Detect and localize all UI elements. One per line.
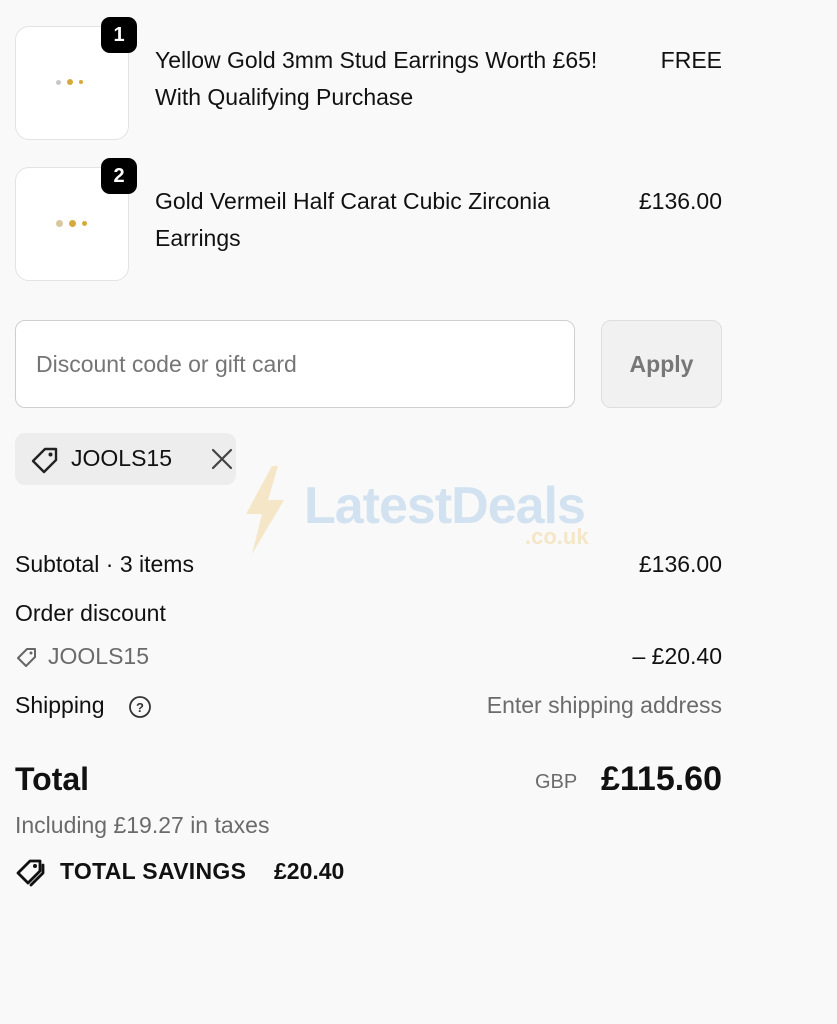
- shipping-value: Enter shipping address: [486, 692, 722, 718]
- currency-code: GBP: [535, 771, 578, 793]
- total-savings-label: TOTAL SAVINGS: [60, 858, 247, 884]
- close-icon[interactable]: [209, 446, 235, 472]
- discount-code-input[interactable]: [15, 320, 575, 408]
- discount-value: – £20.40: [632, 643, 722, 669]
- taxes-note: Including £19.27 in taxes: [15, 812, 270, 838]
- lightning-bolt-icon: [246, 466, 284, 554]
- double-tag-icon: [16, 859, 45, 887]
- product-price: FREE: [660, 47, 722, 73]
- applied-code-text: JOOLS15: [71, 445, 172, 471]
- subtotal-value: £136.00: [638, 551, 722, 577]
- applied-discount-chip: JOOLS15: [15, 433, 236, 485]
- svg-text:?: ?: [136, 700, 144, 715]
- watermark-domain: .co.uk: [525, 524, 589, 549]
- shipping-label: Shipping: [15, 692, 105, 718]
- quantity-badge: 2: [101, 158, 137, 194]
- subtotal-label: Subtotal · 3 items: [15, 551, 194, 577]
- line-item: 1 Yellow Gold 3mm Stud Earrings Worth £6…: [15, 17, 722, 140]
- order-discount-label: Order discount: [15, 600, 166, 626]
- total-savings-amount: £20.40: [274, 858, 345, 884]
- watermark: LatestDeals .co.uk: [242, 466, 602, 556]
- product-name: Gold Vermeil Half Carat Cubic Zirconia E…: [155, 188, 550, 251]
- apply-button[interactable]: Apply: [601, 320, 722, 408]
- earrings-image: [56, 79, 83, 85]
- product-price: £136.00: [638, 188, 722, 214]
- line-item: 2 Gold Vermeil Half Carat Cubic Zirconia…: [15, 158, 722, 281]
- quantity-badge: 1: [101, 17, 137, 53]
- help-circle-icon[interactable]: ?: [128, 695, 152, 719]
- product-name: Yellow Gold 3mm Stud Earrings Worth £65!…: [155, 47, 598, 110]
- tag-icon: [31, 447, 58, 474]
- total-amount: £115.60: [600, 760, 722, 798]
- tag-icon: [17, 648, 36, 667]
- discount-code-label: JOOLS15: [48, 643, 149, 669]
- total-label: Total: [15, 761, 90, 797]
- earrings-image: [56, 220, 87, 227]
